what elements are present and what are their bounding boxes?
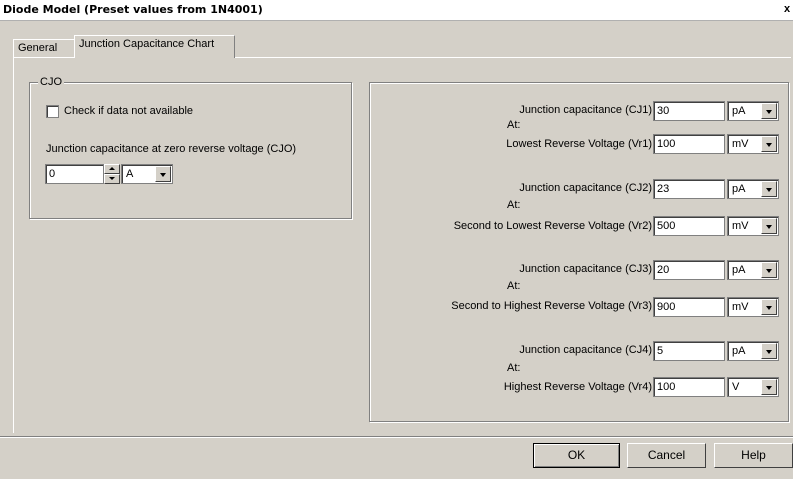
close-button[interactable]: x: [781, 2, 793, 17]
cj2-input[interactable]: 23: [653, 179, 725, 199]
chevron-down-icon[interactable]: [761, 218, 777, 234]
vr1-unit: mV: [732, 138, 749, 150]
vr4-input[interactable]: 100: [653, 377, 725, 397]
vr1-label: Lowest Reverse Voltage (Vr1): [506, 138, 652, 150]
vr2-unit-select[interactable]: mV: [727, 216, 779, 236]
vr3-input[interactable]: 900: [653, 297, 725, 317]
vr4-unit-select[interactable]: V: [727, 377, 779, 397]
tab-general[interactable]: General: [13, 39, 75, 57]
cj2-unit-select[interactable]: pA: [727, 179, 779, 199]
cj4-unit: pA: [732, 345, 746, 357]
cj1-unit-select[interactable]: pA: [727, 101, 779, 121]
cjo-unit-value: A: [126, 168, 134, 180]
cj4-value: 5: [657, 345, 664, 357]
vr3-value: 900: [657, 301, 676, 313]
footer-separator: [0, 436, 793, 438]
ok-button[interactable]: OK: [533, 443, 620, 468]
cjo-legend: CJO: [38, 76, 64, 88]
chevron-down-icon[interactable]: [761, 103, 777, 119]
vr2-value: 500: [657, 220, 676, 232]
vr3-label: Second to Highest Reverse Voltage (Vr3): [451, 300, 652, 312]
tab-general-label: General: [18, 42, 58, 54]
at-label: At:: [507, 362, 521, 374]
cj4-input[interactable]: 5: [653, 341, 725, 361]
vr4-value: 100: [657, 381, 676, 393]
chevron-down-icon[interactable]: [761, 136, 777, 152]
cj4-unit-select[interactable]: pA: [727, 341, 779, 361]
cancel-button[interactable]: Cancel: [627, 443, 706, 468]
cj3-value: 20: [657, 264, 670, 276]
cjo-spinner[interactable]: [104, 164, 120, 184]
vr1-input[interactable]: 100: [653, 134, 725, 154]
cancel-label: Cancel: [647, 448, 686, 462]
cjo-field-label: Junction capacitance at zero reverse vol…: [46, 143, 297, 155]
at-label: At:: [507, 280, 521, 292]
tab-junction-capacitance-chart-label: Junction Capacitance Chart: [79, 38, 215, 50]
vr4-unit: V: [732, 381, 740, 393]
cjo-unit-select[interactable]: A: [121, 164, 173, 184]
vr4-label: Highest Reverse Voltage (Vr4): [503, 381, 652, 393]
cj1-unit: pA: [732, 105, 746, 117]
cj2-label: Junction capacitance (CJ2): [519, 182, 652, 194]
cj2-value: 23: [657, 183, 670, 195]
cj3-unit-select[interactable]: pA: [727, 260, 779, 280]
spin-down-icon[interactable]: [104, 174, 120, 184]
chart-groupbox: [369, 82, 789, 422]
spin-up-icon[interactable]: [104, 164, 120, 174]
vr1-value: 100: [657, 138, 676, 150]
help-label: Help: [741, 448, 766, 462]
chevron-down-icon[interactable]: [761, 262, 777, 278]
at-label: At:: [507, 199, 521, 211]
title-bar: Diode Model (Preset values from 1N4001) …: [0, 0, 793, 21]
data-not-available-checkbox[interactable]: [46, 105, 59, 118]
vr2-input[interactable]: 500: [653, 216, 725, 236]
chevron-down-icon[interactable]: [155, 166, 171, 182]
cjo-value-input[interactable]: 0: [45, 164, 104, 184]
cj1-label: Junction capacitance (CJ1): [519, 104, 652, 116]
vr2-unit: mV: [732, 220, 749, 232]
vr3-unit-select[interactable]: mV: [727, 297, 779, 317]
cjo-value: 0: [49, 168, 56, 180]
tab-junction-capacitance-chart[interactable]: Junction Capacitance Chart: [74, 35, 235, 58]
ok-label: OK: [567, 448, 586, 462]
help-button[interactable]: Help: [714, 443, 793, 468]
data-not-available-label: Check if data not available: [64, 105, 194, 117]
cj1-value: 30: [657, 105, 670, 117]
vr3-unit: mV: [732, 301, 749, 313]
cj3-label: Junction capacitance (CJ3): [519, 263, 652, 275]
cj3-unit: pA: [732, 264, 746, 276]
cj4-label: Junction capacitance (CJ4): [519, 344, 652, 356]
chevron-down-icon[interactable]: [761, 343, 777, 359]
cj1-input[interactable]: 30: [653, 101, 725, 121]
cj3-input[interactable]: 20: [653, 260, 725, 280]
chevron-down-icon[interactable]: [761, 181, 777, 197]
window-title: Diode Model (Preset values from 1N4001): [3, 3, 263, 16]
cj2-unit: pA: [732, 183, 746, 195]
chevron-down-icon[interactable]: [761, 299, 777, 315]
chevron-down-icon[interactable]: [761, 379, 777, 395]
at-label: At:: [507, 119, 521, 131]
vr2-label: Second to Lowest Reverse Voltage (Vr2): [453, 220, 652, 232]
vr1-unit-select[interactable]: mV: [727, 134, 779, 154]
